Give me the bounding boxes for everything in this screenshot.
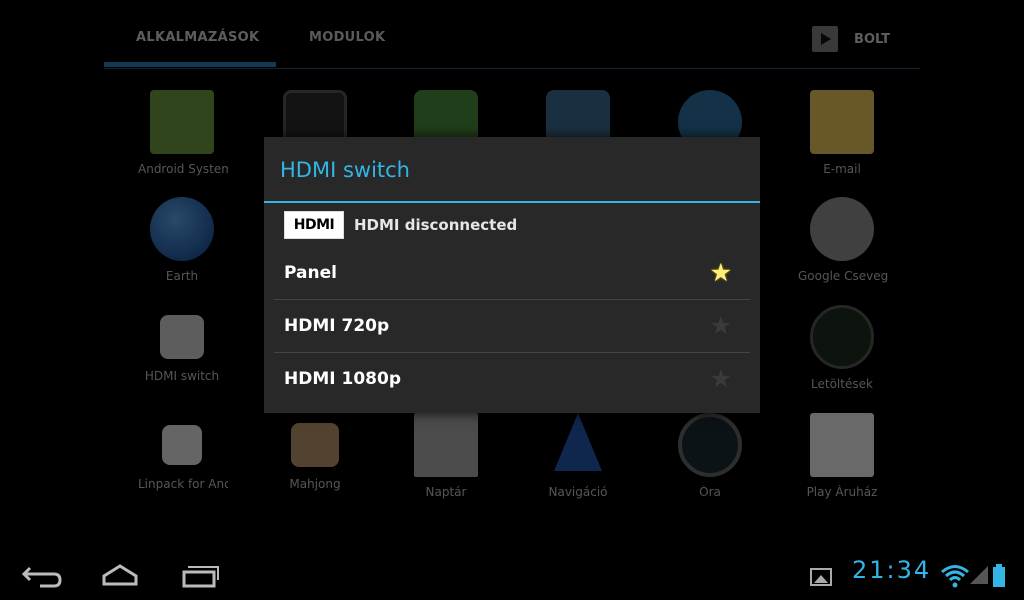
option-label: HDMI 720p [284,316,390,336]
talk-icon [810,197,874,261]
app-linpack[interactable]: Linpack for Android [122,413,242,491]
tab-widgets[interactable]: MODULOK [309,30,385,45]
app-mahjong[interactable]: Mahjong [255,413,375,491]
clock-icon [678,413,742,477]
star-selected-icon: ★ [709,258,732,287]
play-store-icon [810,413,874,477]
battery-icon [993,564,1005,587]
star-unselected-icon: ★ [709,311,732,340]
star-unselected-icon: ★ [709,364,732,393]
app-google-talk[interactable]: Google Csevegő [782,197,902,283]
store-button[interactable]: BOLT [812,24,890,54]
email-icon [810,90,874,154]
home-icon[interactable] [90,560,150,592]
tab-apps[interactable]: ALKALMAZÁSOK [136,30,259,45]
app-label: Naptár [425,485,467,499]
tab-indicator [104,62,276,67]
download-icon [810,305,874,369]
hdmi-icon [160,315,204,359]
app-clock[interactable]: Óra [650,413,770,499]
app-label: Mahjong [289,477,341,491]
app-label: HDMI switch [144,369,220,383]
app-label: Óra [699,485,721,499]
calendar-icon [414,413,478,477]
recent-apps-icon[interactable] [170,560,230,592]
app-email[interactable]: E-mail [782,90,902,176]
wifi-icon [941,565,969,588]
mahjong-icon [291,423,339,467]
app-label: Earth [165,269,199,283]
hdmi-status-row: HDMI HDMI disconnected [264,203,760,247]
shopping-bag-icon [812,26,839,52]
option-panel[interactable]: Panel ★ [274,247,750,299]
android-system-info-icon [150,90,214,154]
back-icon[interactable] [10,560,70,592]
app-label: Letöltések [811,377,873,391]
option-hdmi-720p[interactable]: HDMI 720p ★ [274,299,750,352]
app-label: E-mail [823,162,861,176]
dialog-title: HDMI switch [280,158,410,182]
gallery-notification-icon[interactable] [810,568,832,586]
app-navigation[interactable]: Navigáció [518,413,638,499]
store-label: BOLT [854,31,890,47]
app-label: Android System [138,162,228,176]
option-label: Panel [284,263,337,283]
app-downloads[interactable]: Letöltések [782,305,902,391]
launcher-tab-bar: ALKALMAZÁSOK MODULOK BOLT [104,0,920,69]
app-calendar[interactable]: Naptár [386,413,506,499]
app-label: Google Csevegő [798,269,888,283]
signal-icon [970,566,988,584]
hdmi-logo-icon: HDMI [284,211,344,239]
app-play-store[interactable]: Play Áruház [782,413,902,499]
navigation-icon [554,413,602,471]
status-clock: 21:34 [852,556,932,584]
app-android-system[interactable]: Android System [122,90,242,176]
option-label: HDMI 1080p [284,369,401,389]
earth-icon [150,197,214,261]
option-hdmi-1080p[interactable]: HDMI 1080p ★ [274,352,750,405]
app-label: Navigáció [548,485,608,499]
hdmi-status-text: HDMI disconnected [354,216,518,234]
app-label: Play Áruház [806,485,878,499]
app-earth[interactable]: Earth [122,197,242,283]
app-hdmi-switch[interactable]: HDMI switch [122,305,242,383]
linpack-icon [162,425,202,465]
hdmi-switch-dialog: HDMI switch HDMI HDMI disconnected Panel… [264,137,760,413]
app-label: Linpack for Android [138,477,228,491]
